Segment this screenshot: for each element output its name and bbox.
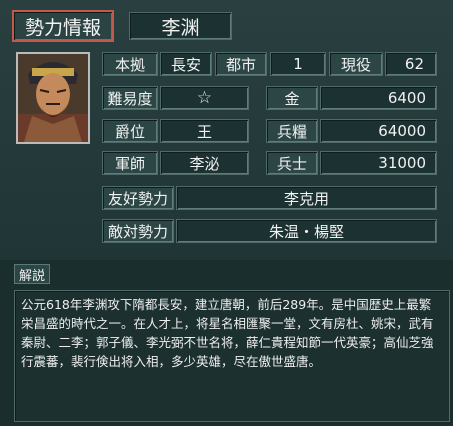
strategist-value: 李泌 xyxy=(160,151,249,175)
food-label: 兵糧 xyxy=(266,119,318,143)
difficulty-label: 難易度 xyxy=(102,86,158,110)
rank-label: 爵位 xyxy=(102,119,158,143)
difficulty-value: ☆ xyxy=(160,86,249,110)
strategist-label: 軍師 xyxy=(102,151,158,175)
base-label: 本拠 xyxy=(102,52,158,76)
panel-title: 勢力情報 xyxy=(12,10,114,42)
soldiers-value: 31000 xyxy=(320,151,437,175)
description-text: 公元618年李渊攻下隋都長安，建立唐朝，前后289年。是中国歴史上最繁栄昌盛的時… xyxy=(14,290,450,422)
enemy-value: 朱温・楊堅 xyxy=(176,219,437,243)
enemy-label: 敵対勢力 xyxy=(102,219,174,243)
description-label: 解説 xyxy=(14,264,50,284)
ruler-portrait xyxy=(16,52,90,144)
gold-value: 6400 xyxy=(320,86,437,110)
gold-label: 金 xyxy=(266,86,318,110)
rank-value: 王 xyxy=(160,119,249,143)
food-value: 64000 xyxy=(320,119,437,143)
cities-label: 都市 xyxy=(215,52,267,76)
ally-label: 友好勢力 xyxy=(102,186,174,210)
portrait-image xyxy=(18,54,88,142)
soldiers-label: 兵士 xyxy=(266,151,318,175)
base-value: 長安 xyxy=(160,52,212,76)
ally-value: 李克用 xyxy=(176,186,437,210)
ruler-name: 李渊 xyxy=(129,12,232,40)
officers-label: 現役 xyxy=(329,52,383,76)
cities-value: 1 xyxy=(270,52,326,76)
officers-value: 62 xyxy=(385,52,437,76)
